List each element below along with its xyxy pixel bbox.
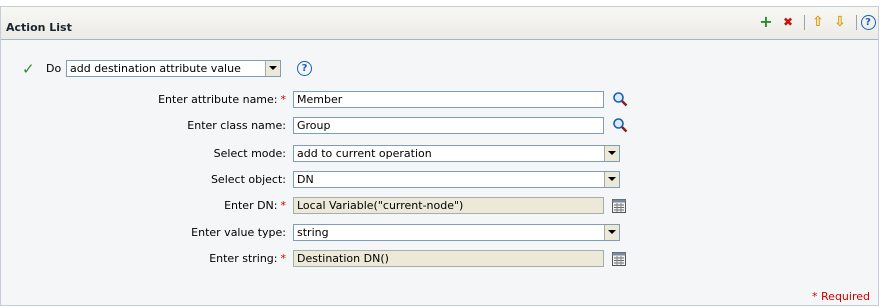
object-label-text: Select object: xyxy=(210,173,286,186)
argument-builder-icon[interactable] xyxy=(611,251,627,267)
object-select[interactable]: DN xyxy=(293,171,620,188)
delete-icon[interactable]: ✖ xyxy=(780,14,796,30)
string-input[interactable]: Destination DN() xyxy=(293,250,604,267)
mode-select[interactable]: add to current operation xyxy=(293,145,620,162)
class-name-label-text: Enter class name: xyxy=(187,119,286,132)
argument-builder-icon[interactable] xyxy=(611,198,627,214)
add-icon[interactable]: + xyxy=(758,14,774,30)
panel-header: Action List + ✖ ⇧ ⇩ ? xyxy=(1,7,878,40)
move-down-glyph: ⇩ xyxy=(834,14,846,30)
move-up-icon[interactable]: ⇧ xyxy=(810,14,826,30)
class-name-input[interactable]: Group xyxy=(293,117,604,134)
help-icon[interactable]: ? xyxy=(297,61,312,76)
chevron-down-icon[interactable] xyxy=(604,225,619,240)
do-label: Do xyxy=(46,62,62,75)
object-label: Select object: xyxy=(211,170,286,190)
add-glyph: + xyxy=(759,12,773,31)
value-type-select[interactable]: string xyxy=(293,224,620,241)
toolbar-separator xyxy=(804,15,805,30)
attribute-name-input[interactable]: Member xyxy=(293,91,604,108)
string-value: Destination DN() xyxy=(297,252,389,265)
search-icon[interactable] xyxy=(612,117,628,133)
required-marker: * xyxy=(280,252,287,265)
required-marker: * xyxy=(280,93,287,106)
attribute-name-label: Enter attribute name: * xyxy=(158,90,286,110)
search-icon[interactable] xyxy=(612,91,628,107)
panel-body: ✓ Do add destination attribute value ? E… xyxy=(1,40,878,305)
required-note: * Required xyxy=(812,290,870,303)
action-select-value: add destination attribute value xyxy=(70,62,241,75)
attribute-name-value: Member xyxy=(297,93,343,106)
checkmark-icon: ✓ xyxy=(22,60,35,78)
action-select[interactable]: add destination attribute value xyxy=(66,60,281,77)
move-up-glyph: ⇧ xyxy=(812,14,824,30)
help-glyph: ? xyxy=(860,14,876,30)
attribute-name-label-text: Enter attribute name: xyxy=(158,93,278,106)
panel-title: Action List xyxy=(6,21,72,34)
help-icon[interactable]: ? xyxy=(860,14,876,30)
value-type-select-value: string xyxy=(297,226,329,239)
value-type-label-text: Enter value type: xyxy=(191,226,286,239)
chevron-down-icon[interactable] xyxy=(604,146,619,161)
mode-select-value: add to current operation xyxy=(297,147,432,160)
class-name-label: Enter class name: xyxy=(187,116,286,136)
chevron-down-icon[interactable] xyxy=(265,61,280,76)
mode-label-text: Select mode: xyxy=(213,147,286,160)
string-label-text: Enter string: xyxy=(209,252,278,265)
class-name-value: Group xyxy=(297,119,331,132)
dn-input[interactable]: Local Variable("current-node") xyxy=(293,197,604,214)
string-label: Enter string: * xyxy=(209,249,286,269)
toolbar-separator xyxy=(856,15,857,30)
object-select-value: DN xyxy=(297,173,314,186)
action-list-panel: Action List + ✖ ⇧ ⇩ ? ✓ Do add destinati… xyxy=(0,6,879,306)
mode-label: Select mode: xyxy=(214,144,286,164)
dn-value: Local Variable("current-node") xyxy=(297,199,464,212)
required-marker: * xyxy=(280,199,287,212)
move-down-icon[interactable]: ⇩ xyxy=(832,14,848,30)
dn-label-text: Enter DN: xyxy=(224,199,278,212)
delete-glyph: ✖ xyxy=(782,15,794,29)
dn-label: Enter DN: * xyxy=(224,196,286,216)
value-type-label: Enter value type: xyxy=(191,223,286,243)
chevron-down-icon[interactable] xyxy=(604,172,619,187)
